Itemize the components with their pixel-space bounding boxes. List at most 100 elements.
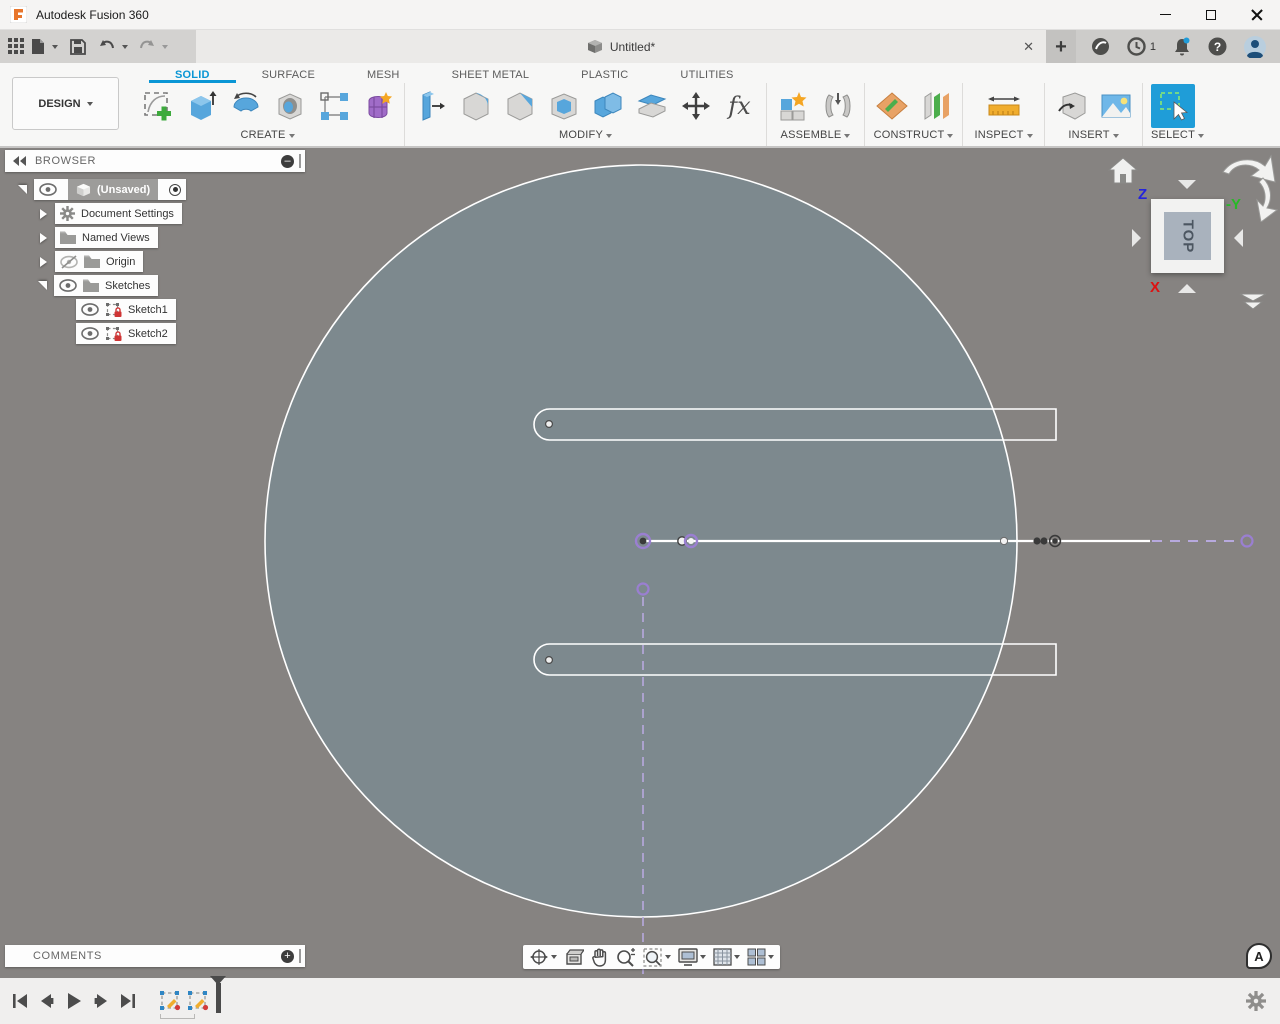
minimize-button[interactable] — [1142, 0, 1188, 29]
split-body-button[interactable] — [633, 88, 670, 125]
extrude-button[interactable] — [183, 88, 220, 125]
viewcube-menu-icon[interactable] — [1238, 292, 1268, 310]
measure-button[interactable] — [985, 88, 1022, 125]
tab-solid[interactable]: SOLID — [149, 67, 236, 83]
redo-icon[interactable] — [138, 39, 156, 55]
change-parameters-button[interactable]: fx — [721, 88, 758, 125]
visibility-eye-icon[interactable] — [59, 279, 77, 292]
group-modify-label[interactable]: MODIFY — [413, 129, 758, 146]
joint-button[interactable] — [819, 88, 856, 125]
viewport-canvas[interactable] — [0, 148, 1280, 978]
display-settings-button[interactable] — [678, 948, 706, 966]
canvas-button[interactable] — [1097, 88, 1134, 125]
viewcube[interactable]: TOP — [1151, 199, 1224, 273]
pan-button[interactable] — [591, 948, 608, 967]
app-grid-icon[interactable] — [8, 38, 25, 55]
workspace-selector[interactable]: DESIGN — [12, 77, 119, 130]
group-select-label[interactable]: SELECT — [1151, 129, 1204, 146]
browser-item-document-settings[interactable]: Document Settings — [40, 203, 182, 224]
group-assemble-label[interactable]: ASSEMBLE — [775, 129, 856, 146]
home-view-icon[interactable] — [1108, 157, 1138, 184]
viewcube-rotate-down-arrow[interactable] — [1178, 284, 1196, 293]
group-construct-label[interactable]: CONSTRUCT — [873, 129, 954, 146]
hole-button[interactable] — [271, 88, 308, 125]
tab-surface[interactable]: SURFACE — [236, 67, 341, 83]
extensions-icon[interactable] — [1091, 37, 1110, 56]
visibility-eye-icon[interactable] — [81, 303, 99, 316]
orbit-caret-icon[interactable] — [551, 955, 557, 959]
job-status-clock-icon[interactable] — [1127, 37, 1146, 56]
viewports-caret-icon[interactable] — [768, 955, 774, 959]
viewcube-rotate-up-arrow[interactable] — [1178, 180, 1196, 189]
visibility-off-eye-icon[interactable] — [60, 255, 78, 269]
help-icon[interactable]: ? — [1208, 37, 1227, 56]
sketch-geometry[interactable] — [0, 148, 1280, 978]
undo-icon[interactable] — [98, 39, 116, 55]
user-avatar[interactable] — [1244, 36, 1266, 58]
group-create-label[interactable]: CREATE — [139, 129, 396, 146]
viewcube-rotate-right-arrow[interactable] — [1234, 229, 1243, 247]
viewcube-top-face[interactable]: TOP — [1164, 212, 1211, 260]
collapse-panel-icon[interactable] — [13, 156, 27, 166]
expand-arrow-icon[interactable] — [40, 257, 47, 267]
browser-minimize-icon[interactable]: – — [281, 155, 294, 168]
expand-arrow-icon[interactable] — [40, 209, 47, 219]
tab-plastic[interactable]: PLASTIC — [555, 67, 654, 83]
browser-item-sketch1[interactable]: Sketch1 — [76, 299, 176, 320]
file-menu-icon[interactable] — [31, 38, 46, 55]
undo-caret-icon[interactable] — [122, 45, 128, 49]
timeline-sketch1-feature[interactable] — [158, 989, 182, 1013]
shell-button[interactable] — [545, 88, 582, 125]
save-icon[interactable] — [70, 39, 86, 55]
expand-arrow-icon[interactable] — [38, 281, 47, 290]
orbit-button[interactable] — [529, 948, 557, 966]
timeline-settings-gear-icon[interactable] — [1246, 991, 1266, 1011]
look-at-button[interactable] — [564, 949, 584, 966]
go-to-end-icon[interactable] — [121, 993, 136, 1009]
group-inspect-label[interactable]: INSPECT — [971, 129, 1036, 146]
expand-arrow-icon[interactable] — [18, 185, 27, 194]
grid-snaps-caret-icon[interactable] — [734, 955, 740, 959]
timeline-sketch2-feature[interactable] — [186, 989, 210, 1013]
close-button[interactable] — [1234, 0, 1280, 29]
expand-arrow-icon[interactable] — [40, 233, 47, 243]
press-pull-button[interactable] — [413, 88, 450, 125]
document-tab[interactable]: Untitled* ✕ — [196, 30, 1046, 63]
comments-grip-handle[interactable] — [299, 949, 301, 963]
move-copy-button[interactable] — [677, 88, 714, 125]
zoom-window-caret-icon[interactable] — [665, 955, 671, 959]
new-tab-button[interactable]: + — [1046, 30, 1076, 63]
browser-item-sketches[interactable]: Sketches — [38, 275, 158, 296]
browser-root-row[interactable]: (Unsaved) — [18, 179, 186, 200]
browser-panel-header[interactable]: BROWSER – — [5, 150, 305, 172]
display-settings-caret-icon[interactable] — [700, 955, 706, 959]
browser-item-sketch2[interactable]: Sketch2 — [76, 323, 176, 344]
browser-grip-handle[interactable] — [299, 154, 301, 168]
chamfer-button[interactable] — [501, 88, 538, 125]
revolve-button[interactable] — [227, 88, 264, 125]
tab-utilities[interactable]: UTILITIES — [654, 67, 759, 83]
play-icon[interactable] — [66, 992, 82, 1010]
zoom-window-button[interactable] — [643, 948, 671, 967]
tab-mesh[interactable]: MESH — [341, 67, 426, 83]
midplane-button[interactable] — [917, 88, 954, 125]
comments-panel-header[interactable]: COMMENTS + — [5, 945, 305, 967]
maximize-button[interactable] — [1188, 0, 1234, 29]
step-back-icon[interactable] — [39, 993, 54, 1009]
select-button[interactable] — [1151, 84, 1195, 128]
visibility-eye-icon[interactable] — [39, 183, 57, 196]
step-forward-icon[interactable] — [94, 993, 109, 1009]
redo-caret-icon[interactable] — [162, 45, 168, 49]
viewcube-rotate-left-arrow[interactable] — [1132, 229, 1141, 247]
file-menu-caret-icon[interactable] — [52, 45, 58, 49]
create-form-button[interactable] — [359, 88, 396, 125]
timeline-position-marker[interactable] — [216, 983, 221, 1013]
group-insert-label[interactable]: INSERT — [1053, 129, 1134, 146]
browser-item-origin[interactable]: Origin — [40, 251, 143, 272]
pattern-button[interactable] — [315, 88, 352, 125]
comments-expand-icon[interactable]: + — [281, 950, 294, 963]
zoom-button[interactable] — [615, 948, 636, 967]
visibility-eye-icon[interactable] — [81, 327, 99, 340]
insert-derive-button[interactable] — [1053, 88, 1090, 125]
notifications-bell-icon[interactable] — [1173, 37, 1191, 57]
